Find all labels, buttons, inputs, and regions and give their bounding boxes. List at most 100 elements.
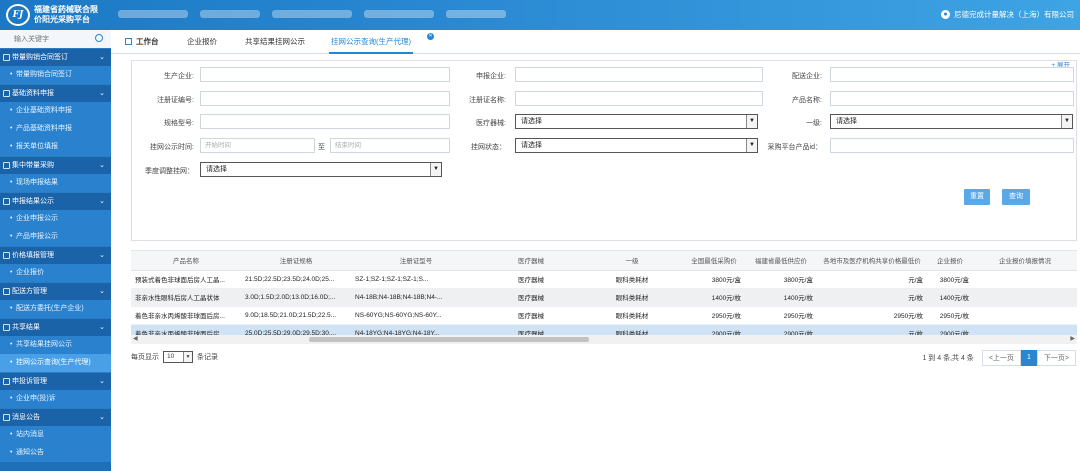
- chevron-down-icon: ⌄: [99, 414, 105, 421]
- column-header[interactable]: 企业报价: [927, 251, 973, 271]
- menu-group-icon: [3, 288, 10, 295]
- column-header[interactable]: 一级: [581, 251, 683, 271]
- sidebar-group[interactable]: 带量购销合同签订 ⌄: [0, 48, 111, 66]
- nav-blurred-3[interactable]: [272, 10, 352, 18]
- nav-blurred-2[interactable]: [200, 10, 260, 18]
- next-page-button[interactable]: 下一页>: [1036, 350, 1076, 366]
- list-time-label: 挂网公示时间:: [150, 144, 194, 151]
- sidebar-item[interactable]: 现场申报结果: [0, 174, 111, 192]
- menu-group-icon: [3, 324, 10, 331]
- column-header[interactable]: 注册证规格: [241, 251, 351, 271]
- sidebar-group-label: 配送方管理: [12, 288, 47, 295]
- applicant-label: 申报企业:: [476, 73, 506, 80]
- column-header[interactable]: 医疗器械: [481, 251, 581, 271]
- reg-name-label: 注册证名称:: [469, 97, 506, 104]
- search-icon[interactable]: [95, 34, 103, 42]
- sidebar-group[interactable]: 基础资料申报 ⌄: [0, 84, 111, 102]
- column-header[interactable]: 注册证型号: [351, 251, 481, 271]
- page-number-current[interactable]: 1: [1020, 350, 1037, 366]
- sidebar-item[interactable]: 产品申报公示: [0, 228, 111, 246]
- reset-button[interactable]: 重置: [964, 189, 990, 205]
- sidebar-group[interactable]: 消息公告 ⌄: [0, 408, 111, 426]
- menu-group-icon: [3, 252, 10, 259]
- tab-workbench[interactable]: 工作台: [125, 30, 159, 54]
- distributor-input[interactable]: [830, 67, 1074, 82]
- sidebar-item[interactable]: 报关单位填报: [0, 138, 111, 156]
- column-header[interactable]: 全国最低采购价: [683, 251, 745, 271]
- reg-name-input[interactable]: [515, 91, 763, 106]
- list-time-end-input[interactable]: [330, 138, 450, 153]
- sidebar-group[interactable]: 申报结果公示 ⌄: [0, 192, 111, 210]
- sidebar-group-label: 申报结果公示: [12, 198, 54, 205]
- query-button[interactable]: 查询: [1002, 189, 1030, 205]
- sidebar-item[interactable]: 企业申报公示: [0, 210, 111, 228]
- scrollbar-thumb[interactable]: [309, 337, 589, 342]
- sidebar-item[interactable]: 挂网公示查询(生产代理): [0, 354, 111, 372]
- close-icon[interactable]: ✕: [427, 33, 434, 40]
- horizontal-scrollbar[interactable]: ◀ ▶: [131, 335, 1077, 344]
- tab-bar: 工作台 企业报价 共享结果挂网公示 挂网公示查询(生产代理) ✕: [111, 30, 1080, 54]
- list-status-label: 挂网状态：: [471, 144, 506, 151]
- sidebar-group[interactable]: 集中带量采购 ⌄: [0, 156, 111, 174]
- user-menu[interactable]: ● 尼德完成计量解决（上海）有限公司: [941, 9, 1074, 20]
- sidebar-group[interactable]: 共享结果 ⌄: [0, 318, 111, 336]
- product-name-input[interactable]: [830, 91, 1074, 106]
- sidebar-item[interactable]: 通知公告: [0, 444, 111, 462]
- platform-id-input[interactable]: [830, 138, 1074, 153]
- column-header[interactable]: 福建省最低供应价: [745, 251, 817, 271]
- sidebar-item[interactable]: 企业基础资料申报: [0, 102, 111, 120]
- table-cell: NS-60YG;NS-60YG;NS-60Y...: [351, 306, 481, 325]
- sidebar-group[interactable]: 配送方管理 ⌄: [0, 282, 111, 300]
- applicant-input[interactable]: [515, 67, 763, 82]
- table-cell: 眼科类耗材: [581, 270, 683, 289]
- column-header[interactable]: 各地市及医疗机构共享价格最低价: [817, 251, 927, 271]
- sidebar-item[interactable]: 配送方委托(生产企业): [0, 300, 111, 318]
- table-cell: 1400元/枚: [745, 288, 817, 307]
- sidebar-item[interactable]: 企业报价: [0, 264, 111, 282]
- table-body: 预装式着色非球面后房人工晶... 21.5D;22.5D;23.5D;24.0D;…: [131, 270, 1077, 342]
- nav-blurred-4[interactable]: [364, 10, 434, 18]
- chevron-down-icon: ⌄: [99, 54, 105, 61]
- prev-page-button[interactable]: <上一页: [981, 350, 1021, 366]
- sidebar-item[interactable]: 站内消息: [0, 426, 111, 444]
- sidebar-group[interactable]: 价格填报管理 ⌄: [0, 246, 111, 264]
- tab-listing-query[interactable]: 挂网公示查询(生产代理): [329, 30, 413, 54]
- sidebar-item[interactable]: 共享结果挂网公示: [0, 336, 111, 354]
- sidebar-group[interactable]: 申投诉管理 ⌄: [0, 372, 111, 390]
- column-header[interactable]: 产品名称: [131, 251, 241, 271]
- scroll-right-icon[interactable]: ▶: [1070, 335, 1075, 342]
- list-time-start-input[interactable]: [200, 138, 315, 153]
- sidebar-group-label: 带量购销合同签订: [12, 54, 68, 61]
- table-row[interactable]: 非亲水性眼科后房人工晶状体 3.0D;1.5D;2.0D;13.0D;16.0D;…: [131, 288, 1077, 307]
- chevron-down-icon: ⌄: [99, 198, 105, 205]
- sidebar-group-label: 消息公告: [12, 414, 40, 421]
- sidebar-item[interactable]: 带量购销合同签订: [0, 66, 111, 84]
- sidebar-group-label: 集中带量采购: [12, 162, 54, 169]
- producer-input[interactable]: [200, 67, 450, 82]
- table-row[interactable]: 预装式着色非球面后房人工晶... 21.5D;22.5D;23.5D;24.0D;…: [131, 270, 1077, 289]
- sidebar-item[interactable]: 企业申(投)诉: [0, 390, 111, 408]
- scroll-left-icon[interactable]: ◀: [133, 335, 138, 342]
- spec-input[interactable]: [200, 114, 450, 129]
- quarter-adjust-select[interactable]: 请选择 ▼: [200, 162, 442, 177]
- menu-group-icon: [3, 198, 10, 205]
- device-select[interactable]: 请选择 ▼: [515, 114, 758, 129]
- column-header[interactable]: 企业报价填报情况: [973, 251, 1077, 271]
- chevron-down-icon: ▼: [183, 352, 192, 362]
- device-select-value: 请选择: [521, 118, 542, 125]
- reg-no-input[interactable]: [200, 91, 450, 106]
- table-row[interactable]: 着色非亲水丙烯酸非球面后房... 9.0D;18.5D;21.0D;21.5D;2…: [131, 306, 1077, 325]
- sidebar-item[interactable]: 产品基础资料申报: [0, 120, 111, 138]
- list-status-select[interactable]: 请选择 ▼: [515, 138, 758, 153]
- nav-blurred-5[interactable]: [446, 10, 506, 18]
- chevron-down-icon: ⌄: [99, 378, 105, 385]
- page-size-select[interactable]: 10 ▼: [163, 351, 193, 363]
- level1-select[interactable]: 请选择 ▼: [830, 114, 1073, 129]
- table-cell: 2950元/枚: [745, 306, 817, 325]
- nav-blurred-1[interactable]: [118, 10, 188, 18]
- device-label: 医疗器械:: [476, 120, 506, 127]
- tab-enterprise-quote[interactable]: 企业报价: [187, 30, 217, 54]
- table-cell: 元/盒: [817, 270, 927, 289]
- tab-shared-result-listing[interactable]: 共享结果挂网公示: [245, 30, 305, 54]
- sidebar-search: [0, 30, 111, 48]
